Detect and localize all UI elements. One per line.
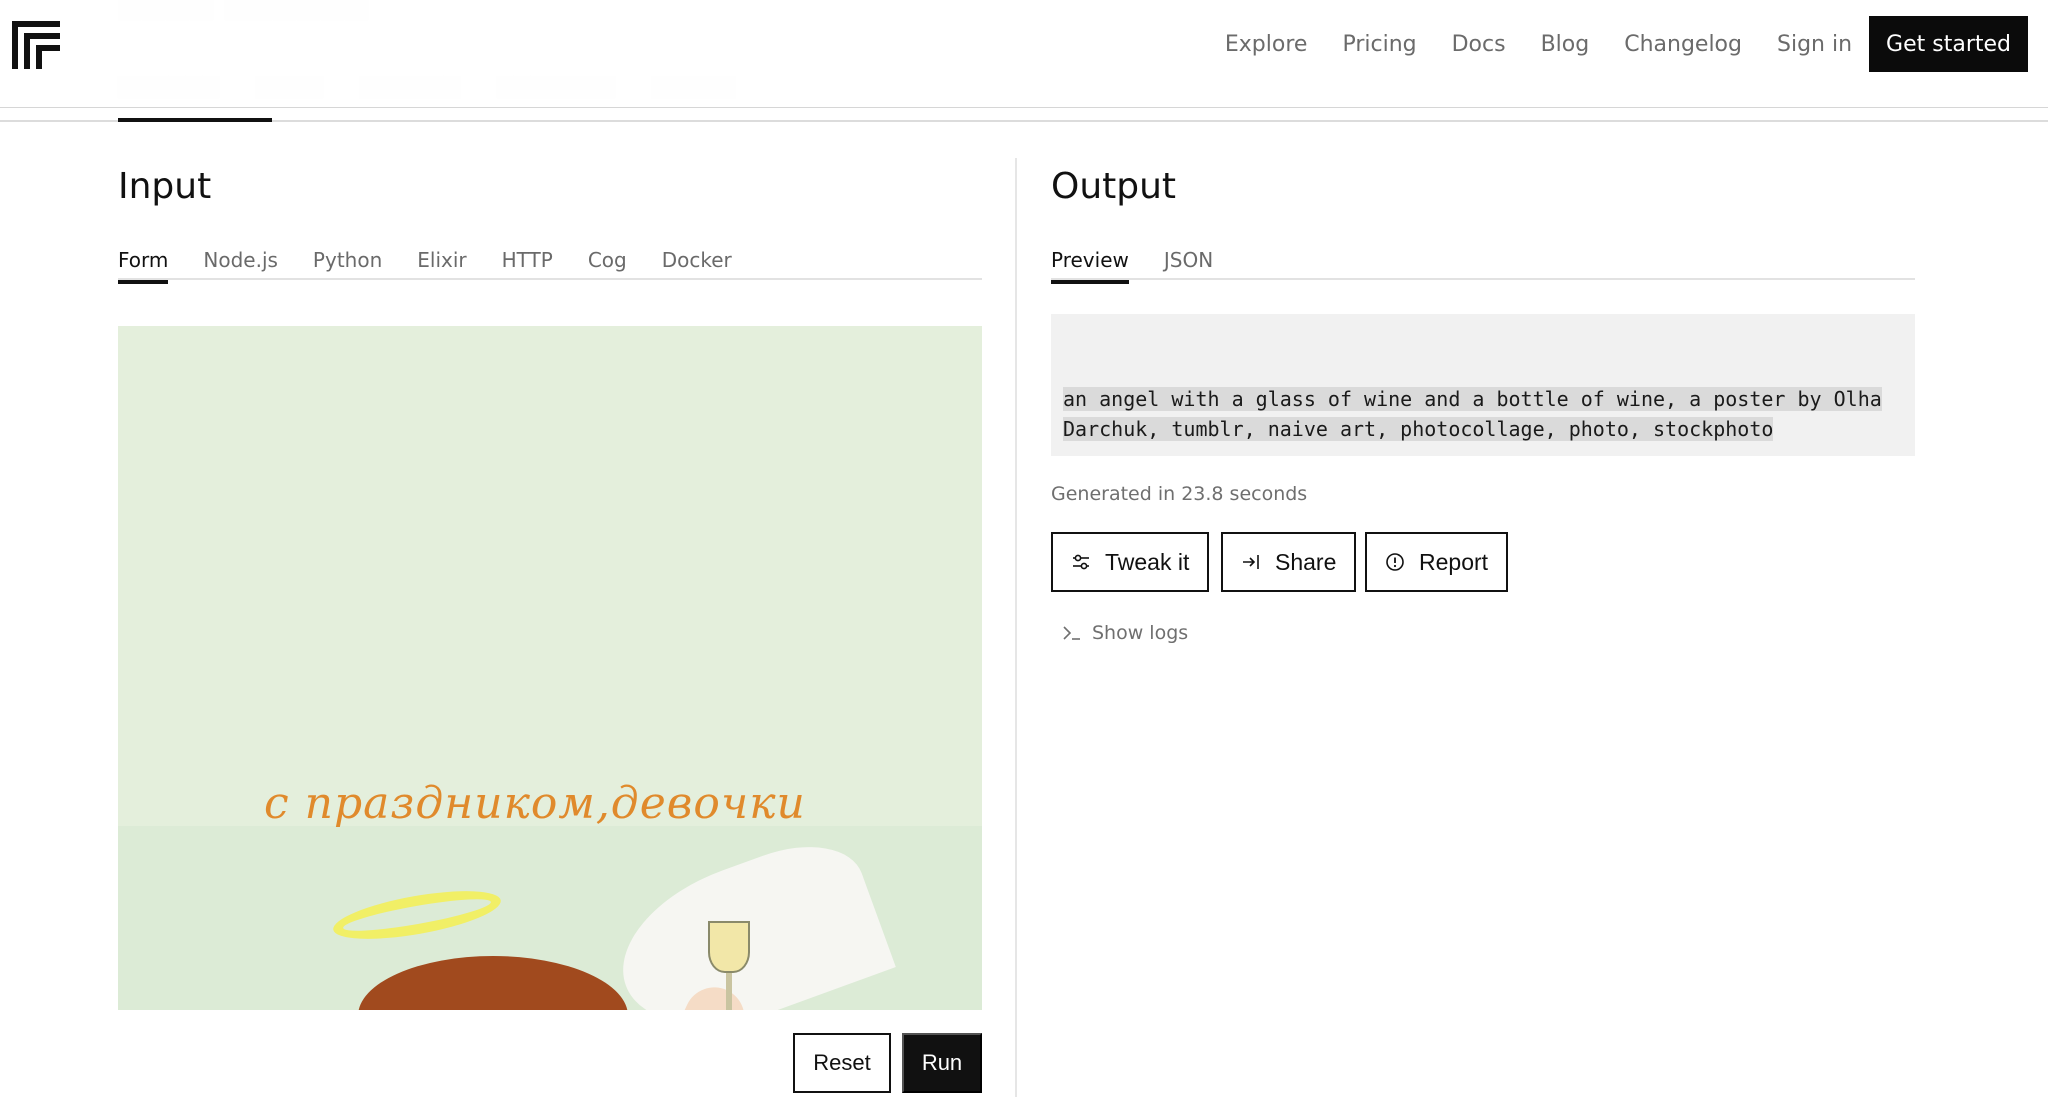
tab-python[interactable]: Python [313,246,382,280]
output-text-line-1: an angel with a glass of wine and a bott… [1063,387,1882,411]
page-tabbar-divider [0,120,2048,122]
column-divider [1015,158,1017,1097]
replicate-logo-icon[interactable] [12,21,60,69]
nav-docs[interactable]: Docs [1452,32,1506,57]
tweak-it-label: Tweak it [1105,548,1190,575]
share-icon [1243,555,1259,569]
tab-docker[interactable]: Docker [662,246,732,280]
input-tabs: Form Node.js Python Elixir HTTP Cog Dock… [118,246,982,284]
page-tab-active-indicator [118,118,272,122]
output-tabs: Preview JSON [1051,246,1915,284]
generation-time: Generated in 23.8 seconds [1051,483,1308,505]
share-button[interactable]: Share [1221,532,1357,592]
tab-http[interactable]: HTTP [502,246,553,280]
report-button[interactable]: Report [1365,532,1509,592]
nav-sign-in[interactable]: Sign in [1777,32,1852,57]
share-label: Share [1275,548,1337,575]
tab-preview[interactable]: Preview [1051,246,1129,284]
show-logs-toggle[interactable]: Show logs [1062,622,1188,644]
report-label: Report [1419,548,1489,575]
get-started-button[interactable]: Get started [1869,16,2028,72]
alert-circle-icon [1386,553,1404,571]
output-text-line-2: Darchuk, tumblr, naive art, photocollage… [1063,417,1774,441]
wine-glass-illustration [708,921,750,973]
image-caption-text: с праздником,девочки [264,778,806,829]
tab-nodejs[interactable]: Node.js [203,246,278,280]
reset-button[interactable]: Reset [793,1033,891,1093]
run-button[interactable]: Run [902,1033,982,1093]
nav-pricing[interactable]: Pricing [1342,32,1416,57]
nav-blog[interactable]: Blog [1541,32,1590,57]
input-image-preview[interactable]: с праздником,девочки [118,326,982,1010]
tab-form[interactable]: Form [118,246,169,284]
output-preview-box: an angel with a glass of wine and a bott… [1051,314,1915,456]
input-heading: Input [118,166,212,207]
nav-changelog[interactable]: Changelog [1624,32,1742,57]
output-text[interactable]: an angel with a glass of wine and a bott… [1063,384,1908,444]
output-heading: Output [1051,166,1177,207]
sliders-icon [1073,554,1089,570]
tab-json[interactable]: JSON [1164,246,1213,280]
nav-explore[interactable]: Explore [1225,32,1308,57]
top-nav: Explore Pricing Docs Blog Changelog Sign… [1190,16,2028,72]
tab-elixir[interactable]: Elixir [417,246,466,280]
terminal-prompt-icon [1063,626,1080,640]
tweak-it-button[interactable]: Tweak it [1051,532,1210,592]
glass-stem-illustration [726,972,732,1010]
show-logs-label: Show logs [1092,622,1189,644]
site-header: Explore Pricing Docs Blog Changelog Sign… [0,0,2048,108]
tab-cog[interactable]: Cog [588,246,627,280]
